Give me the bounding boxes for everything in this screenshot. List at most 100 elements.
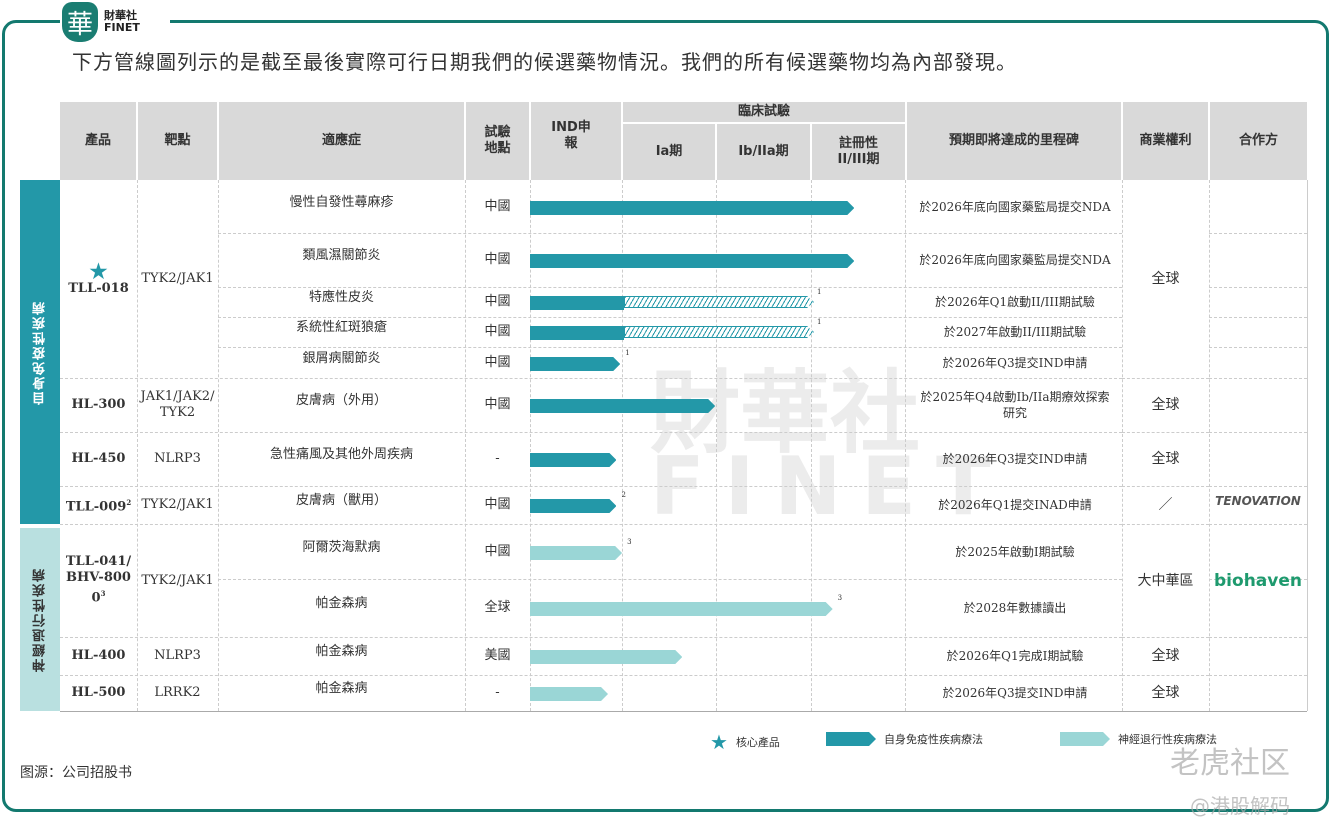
header-site: 試驗地點 [466,102,529,180]
milestone-cell: 於2026年底向國家藥監局提交NDA [919,199,1111,214]
rights-cell: ／ [1158,497,1173,513]
rights-cell: 全球 [1151,451,1180,467]
site-cell: 全球 [484,600,511,615]
product-name: TLL-041/BHV-8000 [65,554,132,606]
rights-cell: 全球 [1151,397,1180,413]
intro-text: 下方管線圖列示的是截至最後實際可行日期我們的候選藥物情況。我們的所有候選藥物均為… [72,50,1017,74]
product-name: HL-400 [71,648,126,663]
logo-sub: FINET [104,21,140,34]
product-cell: HL-300 [60,378,137,432]
legend-core: ★ 核心產品 [710,730,780,754]
milestone-cell: 於2026年Q1完成I期試驗 [946,649,1084,663]
progress-bar [530,602,833,616]
product-cell: HL-400 [60,637,137,675]
watermark-handle: @港股解码 [1190,794,1290,818]
source-caption: 图源：公司招股书 [20,765,132,781]
target-cell: TYK2/JAK1 [141,572,214,588]
target-cell: TYK2/JAK1 [141,271,214,286]
product-name: TLL-009 [65,499,127,515]
site-cell: 中國 [484,397,511,412]
legend-auto: 自身免疫性疾病療法 [826,731,983,747]
product-footnote: 2 [126,497,132,507]
indication-cell: 皮膚病（外用） [295,393,387,408]
row-divider [1209,347,1307,348]
milestone-cell: 於2026年底向國家藥監局提交NDA [919,253,1111,267]
product-footnote: 3 [100,589,106,599]
row-divider [1209,432,1307,433]
target-cell: NLRP3 [154,648,201,663]
target-cell: TYK2/JAK1 [141,497,214,512]
site-cell: 中國 [484,497,511,512]
target-cell: JAK1/JAK2/ TYK2 [140,389,215,420]
core-star-icon: ★ [89,259,108,283]
indication-cell: 帕金森病 [315,596,368,611]
site-cell: - [495,685,500,700]
progress-bar [530,499,616,513]
row-divider [1209,637,1307,638]
site-cell: 中國 [484,294,511,309]
progress-bar [530,453,616,467]
progress-bar [530,546,622,560]
site-cell: - [495,451,500,466]
site-cell: 中國 [484,543,511,559]
progress-bar [530,254,854,268]
column-divider [905,180,906,711]
product-cell: ★ TLL-018 [60,180,137,378]
star-icon: ★ [710,730,728,754]
progress-bar [530,201,854,215]
site-cell: 中國 [484,354,511,370]
row-divider [1209,675,1307,676]
milestone-cell: 於2026年Q3提交IND申請 [942,452,1088,466]
rights-cell: 全球 [1151,271,1180,287]
milestone-cell: 於2028年數據讀出 [963,601,1067,615]
target-cell: NLRP3 [154,451,201,466]
progress-bar [530,399,715,413]
header-rights: 商業權利 [1123,102,1208,180]
footnote-marker: 3 [627,538,632,546]
footnote-marker: 1 [817,318,822,326]
row-divider [1209,233,1307,234]
indication-cell: 急性痛風及其他外周疾病 [269,447,413,462]
site-cell: 美國 [484,648,511,663]
progress-bar [530,687,608,701]
product-name: TLL-018 [68,281,129,296]
row-divider [1209,287,1307,288]
milestone-cell: 於2025年Q4啟動Ib/IIa期療效探索研究 [920,390,1110,420]
header-reg: 註冊性II/III期 [812,124,905,180]
product-name: HL-500 [71,685,126,700]
product-cell: TLL-0092 [60,486,137,524]
header-ia: Ia期 [623,124,715,180]
target-cell: LRRK2 [154,685,201,700]
category-neuro: 神經退行性疾病 [20,528,60,711]
rights-cell: 大中華區 [1137,572,1194,589]
indication-cell: 阿爾茨海默病 [302,539,381,555]
indication-cell: 帕金森病 [315,681,368,696]
header-ind: IND申報 [531,102,621,180]
indication-cell: 帕金森病 [315,644,368,659]
product-name: HL-450 [71,451,126,466]
planned-bar [624,326,814,338]
indication-cell: 銀屑病關節炎 [302,350,381,366]
progress-bar [530,326,624,340]
site-cell: 中國 [484,198,511,214]
header-target: 靶點 [138,102,217,180]
footnote-marker: 1 [625,349,630,357]
row-divider [1209,378,1307,379]
partner-tenovation-logo: TENOVATION [1215,494,1301,508]
milestone-cell: 於2026年Q1啟動II/III期試驗 [935,295,1095,309]
progress-bar [530,357,620,371]
indication-cell: 慢性自發性蕁麻疹 [289,194,394,210]
footnote-marker: 3 [837,594,843,602]
milestone-cell: 於2026年Q3提交IND申請 [942,686,1088,700]
footnote-marker: 1 [817,288,822,296]
indication-cell: 系統性紅斑狼瘡 [295,320,387,335]
milestone-cell: 於2026年Q1提交INAD申請 [938,498,1092,512]
progress-bar [530,296,624,310]
finet-logo: 華 財華社 FINET [60,2,170,42]
watermark-tiger: 老虎社区 [1170,746,1290,781]
rights-cell: 全球 [1151,648,1180,664]
indication-cell: 類風濕關節炎 [302,248,381,263]
legend-neuro-swatch [1060,732,1110,746]
logo-mark: 華 [62,2,98,42]
progress-bar [530,650,682,664]
